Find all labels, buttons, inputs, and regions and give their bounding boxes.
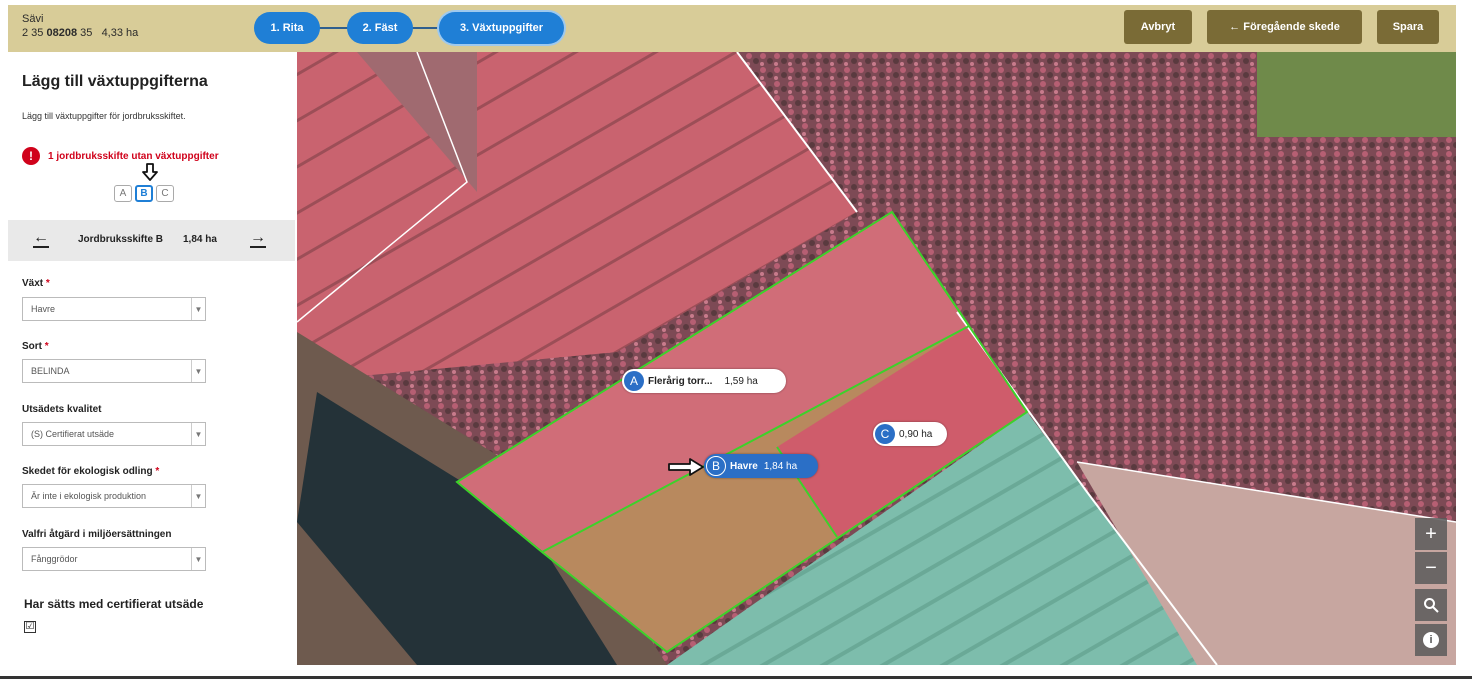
environmental-measure-select[interactable]: Fånggrödor ▼ (22, 547, 206, 571)
step-crop-info[interactable]: 3. Växtuppgifter (439, 12, 564, 44)
chevron-down-icon: ▼ (191, 548, 205, 570)
seed-quality-select[interactable]: (S) Certifierat utsäde ▼ (22, 422, 206, 446)
variety-label: Sort * (22, 341, 49, 352)
page-title: Lägg till växtuppgifterna (22, 73, 208, 90)
search-icon (1424, 598, 1439, 613)
parcel-b-area: 1,84 ha (763, 460, 798, 472)
arrow-down-icon (142, 163, 158, 181)
info-icon: i (1423, 632, 1439, 648)
property-id: 2 35 08208 35 4,33 ha (22, 27, 138, 39)
zoom-in-button[interactable]: + (1415, 518, 1447, 550)
step-indicator: 1. Rita 2. Fäst 3. Växtuppgifter (254, 11, 566, 45)
top-bar: Sävi 2 35 08208 35 4,33 ha 1. Rita 2. Fä… (8, 5, 1456, 52)
parcel-size: 1,84 ha (183, 234, 217, 245)
arrow-right-icon (668, 458, 704, 476)
parcel-label-a[interactable]: A Flerårig torr... 1,59 ha (622, 369, 786, 393)
property-id-prefix: 2 35 (22, 27, 44, 39)
property-area: 4,33 ha (101, 27, 139, 39)
crop-select[interactable]: Havre ▼ (22, 297, 206, 321)
chevron-down-icon: ▼ (191, 360, 205, 382)
map-info-button[interactable]: i (1415, 624, 1447, 656)
map-view[interactable]: A Flerårig torr... 1,59 ha C 0,90 ha B H… (297, 52, 1456, 665)
map-search-button[interactable] (1415, 589, 1447, 621)
sidebar: Lägg till växtuppgifterna Lägg till växt… (8, 52, 295, 665)
previous-parcel-button[interactable]: ← (33, 230, 49, 248)
parcel-chip-b[interactable]: B (135, 185, 153, 202)
previous-stage-button[interactable]: ← Föregående skede (1207, 10, 1362, 44)
certified-seed-label: Har sätts med certifierat utsäde (24, 597, 204, 611)
step-draw[interactable]: 1. Rita (254, 12, 320, 44)
save-button[interactable]: Spara (1377, 10, 1439, 44)
parcel-label-c[interactable]: C 0,90 ha (873, 422, 947, 446)
parcel-marker-c: C (875, 424, 895, 444)
organic-stage-select[interactable]: Är inte i ekologisk produktion ▼ (22, 484, 206, 508)
parcel-name: Jordbruksskifte B (78, 234, 164, 245)
step-attach[interactable]: 2. Fäst (347, 12, 413, 44)
variety-select[interactable]: BELINDA ▼ (22, 359, 206, 383)
seed-quality-label: Utsädets kvalitet (22, 404, 102, 415)
aerial-imagery (297, 52, 1456, 665)
crop-label: Växt * (22, 278, 50, 289)
parcel-marker-b: B (706, 456, 726, 476)
parcel-chips: A B C (114, 185, 174, 202)
chevron-down-icon: ▼ (191, 298, 205, 320)
zoom-out-button[interactable]: − (1415, 552, 1447, 584)
property-name: Sävi (22, 13, 44, 25)
property-id-bold: 08208 (46, 27, 78, 39)
warning-text: 1 jordbruksskifte utan växtuppgifter (48, 150, 219, 162)
app: Sävi 2 35 08208 35 4,33 ha 1. Rita 2. Fä… (0, 0, 1472, 679)
parcel-label-b[interactable]: B Havre 1,84 ha (704, 454, 818, 478)
next-parcel-button[interactable]: → (250, 230, 266, 248)
parcel-chip-c[interactable]: C (156, 185, 174, 202)
chevron-down-icon: ▼ (191, 423, 205, 445)
parcel-marker-a: A (624, 371, 644, 391)
property-id-suffix: 35 (80, 27, 93, 39)
parcel-c-area: 0,90 ha (899, 428, 933, 440)
parcel-a-name: Flerårig torr... (648, 375, 713, 387)
page-description: Lägg till växtuppgifter för jordbruksski… (22, 111, 186, 121)
parcel-navigator: ← Jordbruksskifte B 1,84 ha → (8, 220, 295, 261)
chevron-down-icon: ▼ (191, 485, 205, 507)
parcel-b-name: Havre (730, 460, 758, 472)
environmental-measure-label: Valfri åtgärd i miljöersättningen (22, 529, 172, 540)
certified-seed-checkbox[interactable]: ☑ (24, 621, 36, 633)
parcel-a-area: 1,59 ha (724, 375, 758, 387)
parcel-chip-a[interactable]: A (114, 185, 132, 202)
property-info: Sävi 2 35 08208 35 4,33 ha (22, 13, 138, 39)
warning-icon: ! (22, 147, 40, 165)
cancel-button[interactable]: Avbryt (1124, 10, 1192, 44)
organic-stage-label: Skedet för ekologisk odling * (22, 466, 160, 477)
warning-message: ! 1 jordbruksskifte utan växtuppgifter (22, 147, 219, 165)
